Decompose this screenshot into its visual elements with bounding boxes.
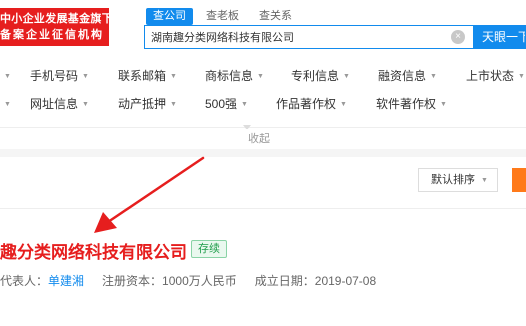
annotation-arrow-icon xyxy=(94,156,205,233)
page: 中小企业发展基金旗下 备案企业征信机构 查公司 查老板 查关系 × 天眼一下 ▼… xyxy=(0,0,526,326)
